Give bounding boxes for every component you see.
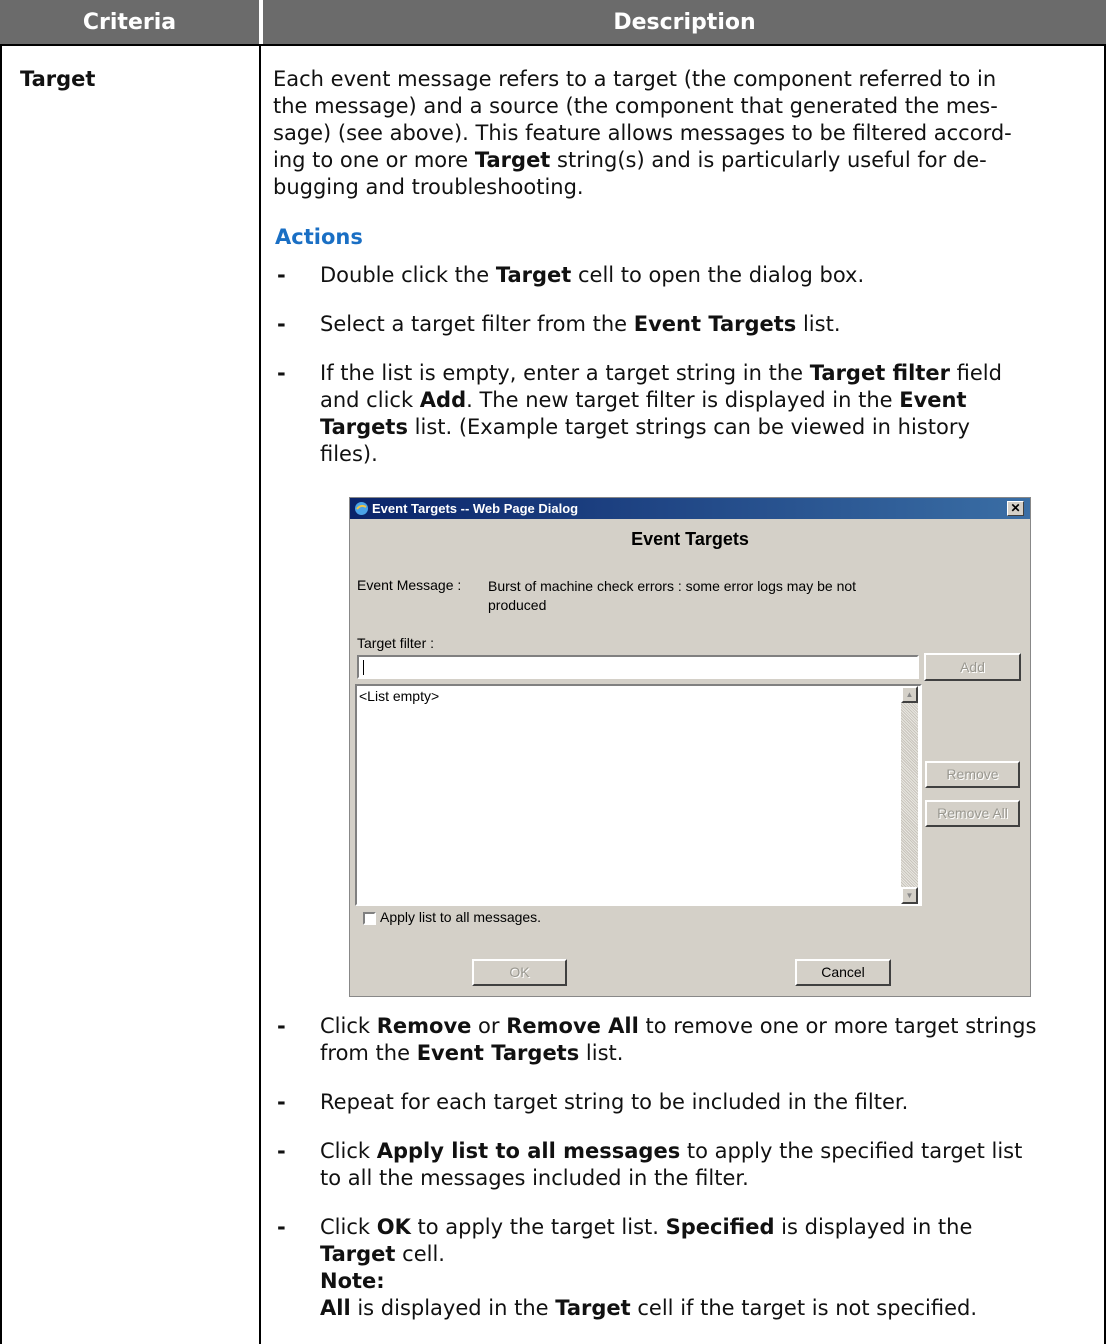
apply-checkbox[interactable] <box>363 912 376 925</box>
target-filter-label: Target filter : <box>357 635 435 651</box>
event-targets-dialog: Event Targets -- Web Page Dialog ✕ Event… <box>349 497 1031 997</box>
description-intro: Each event message refers to a target (t… <box>273 66 1093 201</box>
table-column-divider <box>259 44 261 1344</box>
intro-line: bugging and troubleshooting. <box>273 175 584 199</box>
bullet-dash: - <box>277 312 286 336</box>
actions-heading: Actions <box>275 225 363 249</box>
event-targets-list[interactable]: <List empty> ▲ ▼ <box>355 684 922 906</box>
header-divider <box>0 44 1106 46</box>
event-message-label: Event Message : <box>357 577 462 593</box>
apply-checkbox-label: Apply list to all messages. <box>380 909 542 925</box>
close-icon[interactable]: ✕ <box>1007 501 1024 516</box>
bullet-dash: - <box>277 1090 286 1114</box>
intro-line: the message) and a source (the component… <box>273 94 998 118</box>
cancel-button[interactable]: Cancel <box>795 959 891 986</box>
scroll-down-icon[interactable]: ▼ <box>901 887 918 904</box>
intro-line: Each event message refers to a target (t… <box>273 67 997 91</box>
add-button[interactable]: Add <box>924 653 1021 681</box>
table-border-left <box>0 44 2 1344</box>
bullet-dash: - <box>277 361 286 385</box>
intro-line: ing to one or more Target string(s) and … <box>273 148 987 172</box>
list-empty-text: <List empty> <box>359 688 440 704</box>
dialog-title: Event Targets -- Web Page Dialog <box>372 501 579 516</box>
dialog-titlebar: Event Targets -- Web Page Dialog <box>350 498 1030 519</box>
ok-button[interactable]: OK <box>472 959 567 986</box>
bullet-dash: - <box>277 1139 286 1163</box>
dialog-heading: Event Targets <box>631 529 749 549</box>
column-header-description: Description <box>263 0 1106 44</box>
remove-button[interactable]: Remove <box>925 761 1020 788</box>
bullet-dash: - <box>277 1014 286 1038</box>
bullet-dash: - <box>277 1215 286 1239</box>
list-scrollbar[interactable] <box>901 686 918 904</box>
column-header-criteria: Criteria <box>0 0 259 44</box>
remove-all-button[interactable]: Remove All <box>925 800 1020 827</box>
criteria-target: Target <box>20 67 96 91</box>
event-message-text: Burst of machine check errors : some err… <box>488 578 857 613</box>
intro-line: sage) (see above). This feature allows m… <box>273 121 1012 145</box>
ie-icon <box>355 502 368 515</box>
text-cursor <box>363 660 364 675</box>
scroll-up-icon[interactable]: ▲ <box>901 686 918 703</box>
target-filter-input[interactable] <box>357 655 919 679</box>
bullet-dash: - <box>277 263 286 287</box>
